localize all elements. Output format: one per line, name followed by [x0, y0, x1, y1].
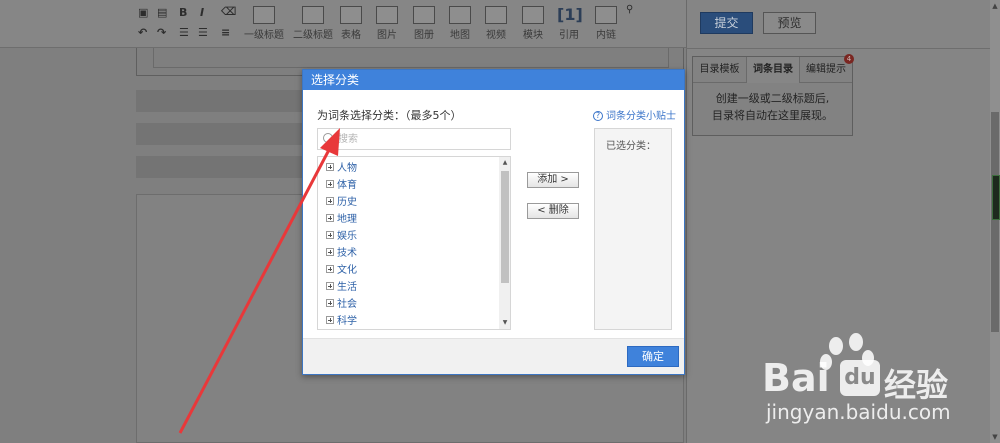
editor-page: ▣ ▤ B I ⌫ ↶ ↷ ☰ ☰ ≡ 一级标题 二级标题 表格 图片 图册 地…	[0, 0, 1000, 443]
watermark-brand: Bai	[762, 356, 830, 400]
watermark-url: jingyan.baidu.com	[766, 400, 951, 424]
arrow-head	[320, 128, 340, 156]
watermark-du-badge: du	[840, 360, 880, 396]
baidu-jingyan-watermark: Bai du 经验 jingyan.baidu.com	[760, 330, 990, 440]
arrow-shaft	[178, 145, 333, 434]
